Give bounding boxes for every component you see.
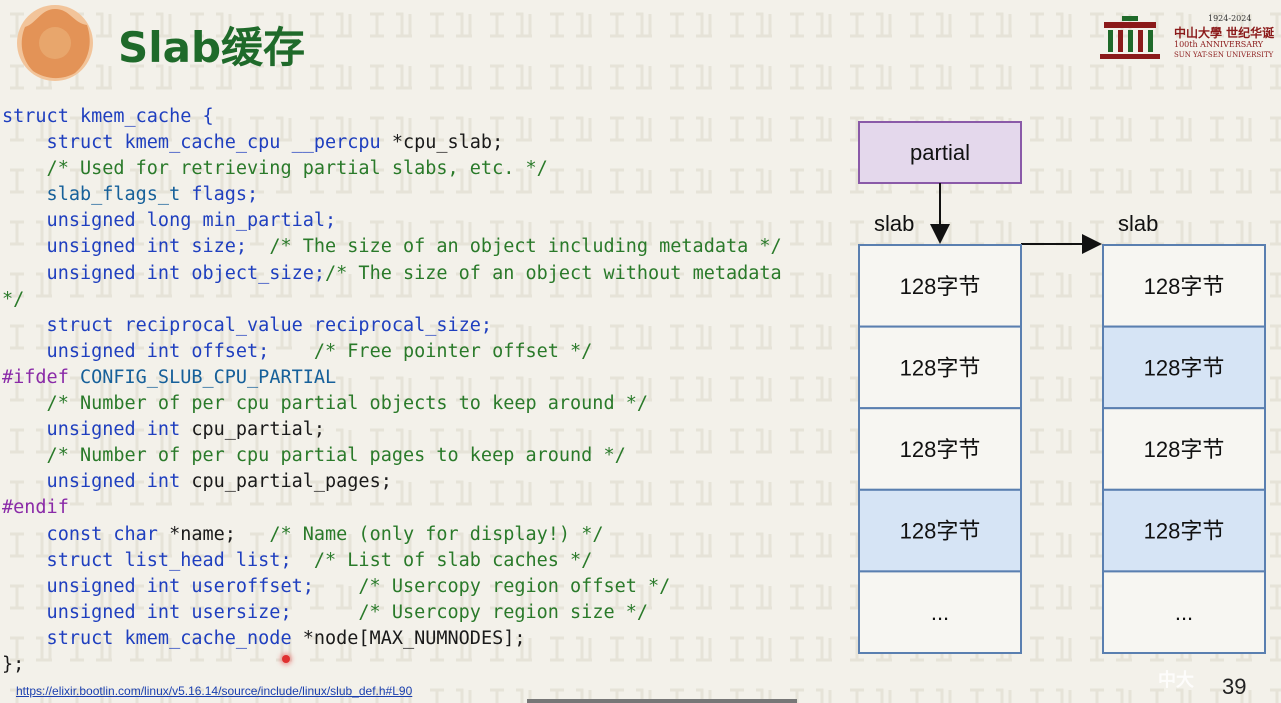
slab-cell-label: 128字节 xyxy=(900,519,981,544)
progress-bar xyxy=(527,699,797,703)
slab-cell-label: 128字节 xyxy=(1144,355,1225,380)
watermark: 中大 xyxy=(1158,670,1194,691)
slab-label-right: slab xyxy=(1118,211,1158,236)
slab-cell-label: 128字节 xyxy=(1144,437,1225,462)
slab-cell-label: 128字节 xyxy=(1144,519,1225,544)
page-number: 39 xyxy=(1222,674,1247,699)
slab-label-left: slab xyxy=(874,211,914,236)
slab-cell-label: 128字节 xyxy=(900,355,981,380)
partial-label: partial xyxy=(910,140,970,165)
slab-cell-label: ... xyxy=(931,600,949,625)
slab-cell-label: 128字节 xyxy=(1144,274,1225,299)
left-slab: 128字节 128字节 128字节 128字节... xyxy=(858,244,1022,655)
slab-diagram: partial slab slab 128字节 128字节 128字节 128字节..… xyxy=(858,121,1266,655)
slab-cell-label: ... xyxy=(1175,600,1193,625)
source-link[interactable]: https://elixir.bootlin.com/linux/v5.16.1… xyxy=(16,684,412,698)
slab-cell-label: 128字节 xyxy=(900,274,981,299)
slab-cell-label: 128字节 xyxy=(900,437,981,462)
right-slab: 128字节 128字节 128字节 128字节... xyxy=(1102,244,1266,655)
partial-box: partial xyxy=(858,121,1022,184)
